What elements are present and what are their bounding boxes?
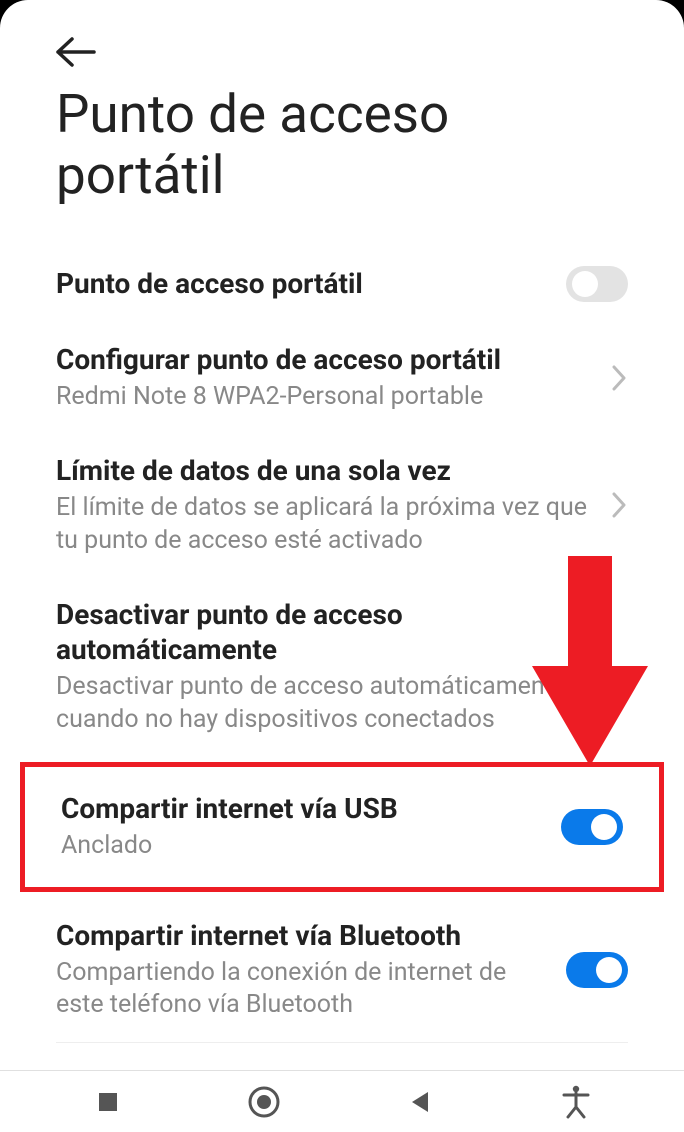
square-icon	[97, 1091, 119, 1113]
bt-tether-title: Compartir internet vía Bluetooth	[56, 918, 554, 953]
bt-tether-row[interactable]: Compartir internet vía Bluetooth Compart…	[0, 898, 684, 1042]
arrow-left-icon	[56, 36, 96, 68]
chevron-right-icon	[610, 363, 628, 393]
back-button[interactable]	[0, 0, 96, 72]
configure-title: Configurar punto de acceso portátil	[56, 342, 598, 377]
nav-accessibility-button[interactable]	[551, 1077, 601, 1127]
data-limit-title: Límite de datos de una sola vez	[56, 453, 598, 488]
highlight-annotation: Compartir internet vía USB Anclado	[20, 762, 664, 892]
hotspot-toggle[interactable]	[566, 266, 628, 302]
data-limit-subtitle: El límite de datos se aplicará la próxim…	[56, 492, 598, 557]
usb-tether-toggle[interactable]	[561, 809, 623, 845]
nav-recent-button[interactable]	[83, 1077, 133, 1127]
triangle-left-icon	[409, 1090, 431, 1114]
hotspot-title: Punto de acceso portátil	[56, 266, 554, 301]
hotspot-toggle-row[interactable]: Punto de acceso portátil	[0, 246, 684, 322]
nav-bar	[0, 1070, 684, 1132]
usb-tether-subtitle: Anclado	[61, 830, 549, 863]
accessibility-icon	[562, 1085, 590, 1119]
divider	[56, 1042, 628, 1043]
bt-tether-subtitle: Compartiendo la conexión de internet de …	[56, 957, 554, 1022]
nav-back-button[interactable]	[395, 1077, 445, 1127]
configure-subtitle: Redmi Note 8 WPA2-Personal portable	[56, 381, 598, 414]
bt-tether-toggle[interactable]	[566, 952, 628, 988]
nav-home-button[interactable]	[239, 1077, 289, 1127]
usb-tether-row[interactable]: Compartir internet vía USB Anclado	[25, 767, 659, 887]
page-title: Punto de acceso portátil	[0, 72, 684, 246]
configure-hotspot-row[interactable]: Configurar punto de acceso portátil Redm…	[0, 322, 684, 434]
settings-screen: Punto de acceso portátil Punto de acceso…	[0, 0, 684, 1132]
chevron-right-icon	[610, 490, 628, 520]
content-area: Punto de acceso portátil Punto de acceso…	[0, 0, 684, 1070]
usb-tether-title: Compartir internet vía USB	[61, 791, 549, 826]
circle-icon	[247, 1085, 281, 1119]
arrow-down-annotation-icon	[530, 556, 650, 776]
